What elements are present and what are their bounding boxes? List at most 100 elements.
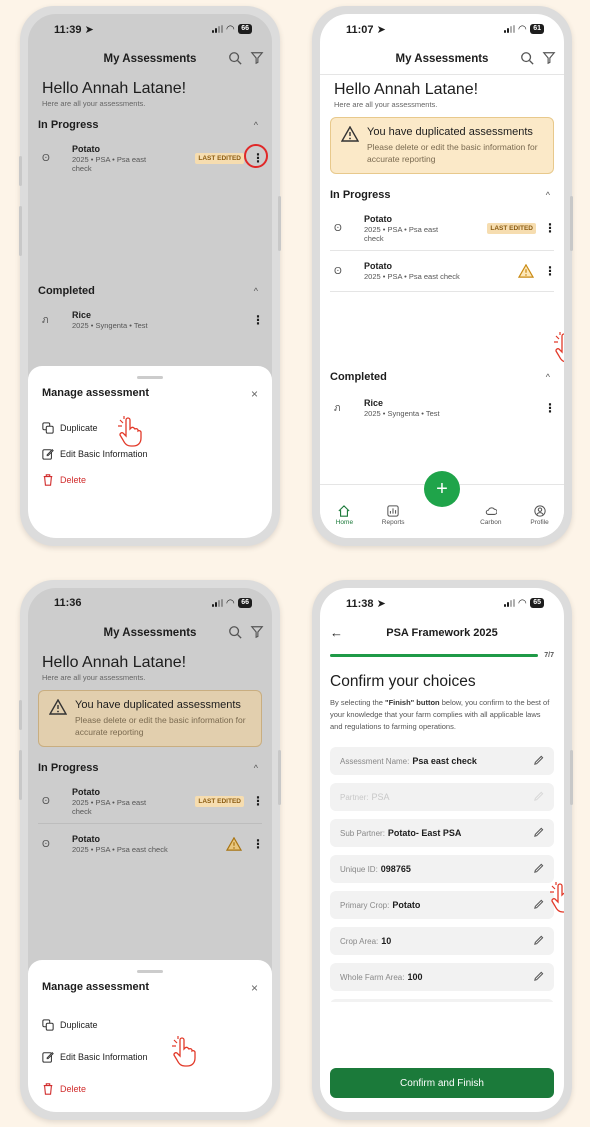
page-title: My Assessments xyxy=(395,53,489,65)
filter-icon[interactable] xyxy=(250,51,264,65)
confirm-title: Confirm your choices xyxy=(330,673,476,690)
sheet-grip[interactable] xyxy=(137,970,163,973)
kebab-menu-icon[interactable]: ⋮ xyxy=(544,401,556,415)
pencil-icon[interactable] xyxy=(533,899,544,910)
list-item[interactable]: ʘ Potato 2025 • PSA • Psa east check ⋮ xyxy=(28,824,272,864)
pointing-hand-icon xyxy=(172,1036,196,1067)
kebab-menu-icon[interactable]: ⋮ xyxy=(252,794,264,808)
app-header: ← PSA Framework 2025 xyxy=(320,618,564,648)
step-counter: 7/7 xyxy=(544,652,554,659)
status-bar: 11:36 ◠ 66 xyxy=(28,588,272,618)
back-arrow-icon[interactable]: ← xyxy=(330,625,343,640)
duplicate-button[interactable]: Duplicate xyxy=(42,1009,258,1041)
kebab-menu-icon[interactable]: ⋮ xyxy=(252,837,264,851)
delete-button[interactable]: Delete xyxy=(42,467,258,493)
edit-icon xyxy=(42,449,54,460)
choices-list: Assessment Name: Psa east check Partner: PS… xyxy=(320,747,564,1002)
filter-icon[interactable] xyxy=(542,51,556,65)
choice-field[interactable]: Primary Crop: Potato xyxy=(330,891,554,919)
delete-button[interactable]: Delete xyxy=(42,1073,258,1105)
greeting: Hello Annah Latane! xyxy=(334,81,479,98)
kebab-menu-icon[interactable]: ⋮ xyxy=(252,313,264,327)
tab-bar: Home Reports . Carbon Profile + xyxy=(320,471,564,538)
duplicate-icon xyxy=(42,1019,54,1031)
pencil-icon[interactable] xyxy=(533,935,544,946)
filter-icon[interactable] xyxy=(250,625,264,639)
list-item[interactable]: ʘ Potato 2025 • PSA • Psa east check ⋮ xyxy=(320,251,564,291)
sheet-grip[interactable] xyxy=(137,376,163,379)
screen-2: 11:07 ➤ ◠ 61 My Assessments Hello Annah L… xyxy=(320,14,564,538)
search-icon[interactable] xyxy=(228,625,242,639)
battery: 61 xyxy=(530,24,544,34)
greeting-sub: Here are all your assessments. xyxy=(42,99,146,108)
field-label: Whole Farm Area: xyxy=(340,972,405,982)
tab-carbon[interactable]: Carbon xyxy=(471,505,511,526)
screen-3: 11:36 ◠ 66 My Assessments Hello Annah Lat… xyxy=(28,588,272,1112)
close-icon[interactable]: × xyxy=(251,981,258,995)
chevron-up-icon[interactable]: ^ xyxy=(254,120,258,130)
field-value: PSA xyxy=(371,792,390,802)
edit-basic-button[interactable]: Edit Basic Information xyxy=(42,1041,258,1073)
field-label: Crop Area: xyxy=(340,936,379,946)
screen-4: 11:38 ➤ ◠ 65 ← PSA Framework 2025 7/7 Con… xyxy=(320,588,564,1112)
list-item[interactable]: ภ Rice 2025 • Syngenta • Test ⋮ xyxy=(28,302,272,338)
app-header: My Assessments xyxy=(28,44,272,74)
list-item[interactable]: ʘ Potato 2025 • PSA • Psa east check LAST… xyxy=(28,136,272,180)
confirm-finish-button[interactable]: Confirm and Finish xyxy=(330,1068,554,1098)
search-icon[interactable] xyxy=(228,51,242,65)
progress: 7/7 xyxy=(330,652,554,659)
duplicate-button[interactable]: Duplicate xyxy=(42,415,258,441)
trash-icon xyxy=(43,1083,53,1095)
choice-field[interactable]: Unit:cwt/ac xyxy=(330,999,554,1002)
choice-field[interactable]: Whole Farm Area: 100 xyxy=(330,963,554,991)
list-item[interactable]: ʘ Potato 2025 • PSA • Psa east check LAST… xyxy=(28,779,272,823)
kebab-menu-icon[interactable]: ⋮ xyxy=(544,264,556,278)
manage-sheet: Manage assessment × Duplicate Edit Basic … xyxy=(28,960,272,1112)
app-header: My Assessments xyxy=(28,618,272,648)
field-value: Potato- East PSA xyxy=(387,828,462,838)
section-completed[interactable]: Completed ^ xyxy=(320,366,564,388)
trash-icon xyxy=(43,474,53,486)
section-in-progress[interactable]: In Progress ^ xyxy=(28,757,272,779)
section-in-progress[interactable]: In Progress ^ xyxy=(28,114,272,136)
pencil-icon[interactable] xyxy=(533,827,544,838)
warning-icon[interactable] xyxy=(226,837,242,851)
tab-profile[interactable]: Profile xyxy=(520,505,560,526)
choice-field[interactable]: Sub Partner: Potato- East PSA xyxy=(330,819,554,847)
status-badge: LAST EDITED xyxy=(487,222,536,234)
field-value: 098765 xyxy=(380,864,411,874)
confirm-description: By selecting the "Finish" button below, … xyxy=(330,698,550,731)
edit-basic-button[interactable]: Edit Basic Information xyxy=(42,441,258,467)
add-assessment-button[interactable]: + xyxy=(424,471,460,507)
wifi-icon: ◠ xyxy=(518,597,527,609)
choice-field[interactable]: Unique ID: 098765 xyxy=(330,855,554,883)
tab-reports[interactable]: Reports xyxy=(373,505,413,526)
warning-icon xyxy=(341,126,359,142)
screen-1: 11:39 ➤ ◠ 66 My Assessments Hello Annah L… xyxy=(28,14,272,538)
carbon-icon xyxy=(485,507,497,515)
tab-home[interactable]: Home xyxy=(324,505,364,526)
pencil-icon xyxy=(534,791,544,801)
clock: 11:07 ➤ xyxy=(346,23,386,36)
pencil-icon[interactable] xyxy=(533,971,544,982)
list-item[interactable]: ภ Rice 2025 • Syngenta • Test ⋮ xyxy=(320,388,564,428)
battery: 66 xyxy=(238,598,252,608)
wifi-icon: ◠ xyxy=(226,597,235,609)
search-icon[interactable] xyxy=(520,51,534,65)
progress-fill xyxy=(330,654,539,657)
choice-field[interactable]: Crop Area: 10 xyxy=(330,927,554,955)
pencil-icon[interactable] xyxy=(533,863,544,874)
close-icon[interactable]: × xyxy=(251,387,258,401)
greeting-sub: Here are all your assessments. xyxy=(334,100,438,109)
pencil-icon[interactable] xyxy=(533,755,544,766)
potato-icon: ʘ xyxy=(334,222,342,234)
section-completed[interactable]: Completed ^ xyxy=(28,280,272,302)
list-item[interactable]: ʘ Potato 2025 • PSA • Psa east check LAST… xyxy=(320,206,564,250)
warning-icon[interactable] xyxy=(518,264,534,278)
kebab-menu-icon[interactable]: ⋮ xyxy=(544,221,556,235)
choice-field[interactable]: Assessment Name: Psa east check xyxy=(330,747,554,775)
field-value: 10 xyxy=(381,936,392,946)
wifi-icon: ◠ xyxy=(518,23,527,35)
status-badge: LAST EDITED xyxy=(195,152,244,164)
section-in-progress[interactable]: In Progress ^ xyxy=(320,184,564,206)
